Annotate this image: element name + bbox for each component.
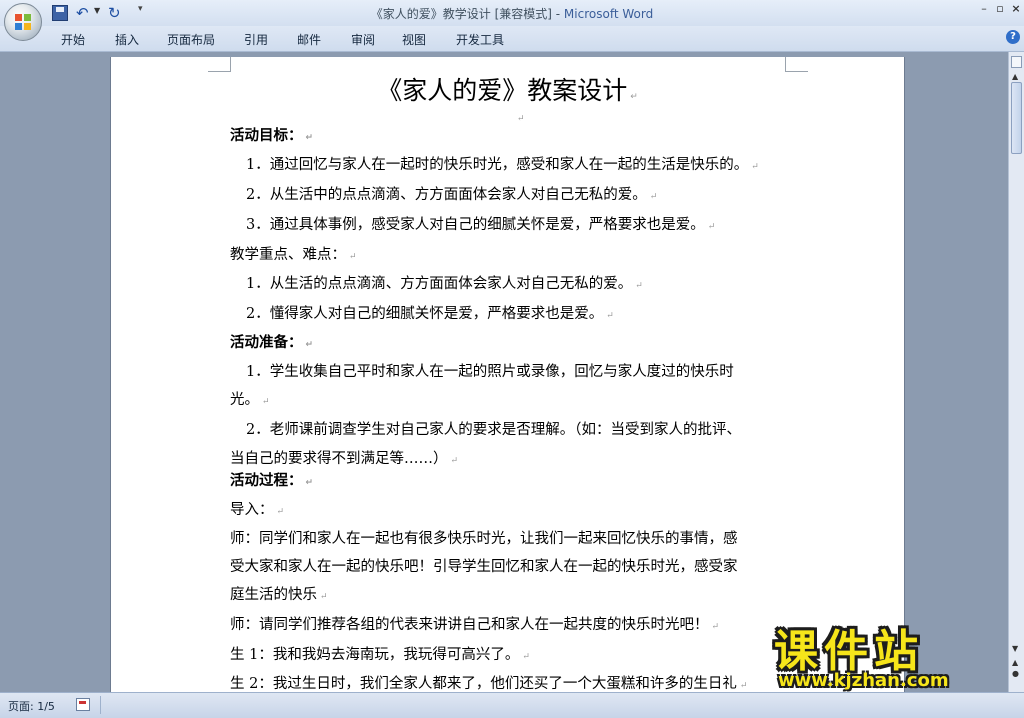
line-text: 1．学生收集自己平时和家人在一起的照片或录像，回忆与家人度过的快乐时: [246, 364, 734, 380]
tab-view[interactable]: 视图: [402, 31, 426, 48]
document-line: 2．老师课前调查学生对自己家人的要求是否理解。（如：当受到家人的批评、: [246, 420, 741, 440]
tab-page-layout[interactable]: 页面布局: [167, 31, 215, 48]
line-text: 1．从生活的点点滴滴、方方面面体会家人对自己无私的爱。: [246, 276, 633, 292]
paragraph-mark: ↵: [649, 192, 658, 202]
line-text: 当自己的要求得不到满足等……）: [230, 451, 448, 467]
line-text: 教学重点、难点：: [230, 247, 346, 263]
paragraph-mark: ↵: [711, 622, 720, 632]
tab-references[interactable]: 引用: [244, 31, 268, 48]
paragraph-mark: ↵: [320, 592, 328, 602]
line-text: 师：请同学们推荐各组的代表来讲讲自己和家人在一起共度的快乐时光吧！: [230, 617, 709, 633]
paragraph-mark: ↵: [707, 222, 716, 232]
watermark-url: www.kjzhan.com: [778, 670, 949, 691]
line-text: 活动准备：: [230, 335, 303, 351]
paragraph-mark: ↵: [635, 281, 643, 291]
line-text: 活动过程：: [230, 473, 303, 489]
document-line: 导入： ↵: [230, 500, 284, 522]
paragraph-mark: ↵: [349, 252, 357, 262]
line-text: 2．从生活中的点点滴滴、方方面面体会家人对自己无私的爱。: [246, 187, 647, 203]
document-line: 2．懂得家人对自己的细腻关怀是爱，严格要求也是爱。 ↵: [246, 304, 614, 326]
line-text: 生 2：我过生日时，我们全家人都来了，他们还买了一个大蛋糕和许多的生日礼: [230, 676, 737, 692]
office-logo-icon: [15, 14, 31, 30]
proofing-icon[interactable]: [76, 698, 90, 711]
window-title: 《家人的爱》教学设计 [兼容模式] - Microsoft Word: [0, 5, 1024, 22]
document-line: 3．通过具体事例，感受家人对自己的细腻关怀是爱，严格要求也是爱。 ↵: [246, 215, 715, 237]
document-line: 1．通过回忆与家人在一起时的快乐时光，感受和家人在一起的生活是快乐的。 ↵: [246, 155, 759, 177]
split-handle-icon[interactable]: [1011, 56, 1022, 68]
tab-review[interactable]: 审阅: [351, 31, 375, 48]
document-line: 活动过程： ↵: [230, 471, 313, 493]
document-area: 《家人的爱》教案设计 ↵ ↵ 活动目标： ↵ 1．通过回忆与家人在一起时的快乐时光，感…: [0, 52, 1008, 692]
empty-paragraph: ↵: [517, 114, 525, 124]
document-line: 受大家和家人在一起的快乐吧！引导学生回忆和家人在一起的快乐时光，感受家: [230, 557, 738, 577]
document-title: 《家人的爱》教案设计 ↵: [377, 76, 638, 105]
line-text: 导入：: [230, 502, 274, 518]
line-text: 3．通过具体事例，感受家人对自己的细腻关怀是爱，严格要求也是爱。: [246, 217, 705, 233]
status-bar: 页面: 1/5: [0, 692, 1024, 718]
tab-mailings[interactable]: 邮件: [297, 31, 321, 48]
scroll-down-icon[interactable]: ▼: [1012, 644, 1018, 653]
paragraph-mark: ↵: [751, 162, 759, 172]
vertical-scrollbar[interactable]: ▲ ▼ ▲ ●: [1008, 52, 1024, 692]
line-text: 活动目标：: [230, 128, 303, 144]
previous-page-icon[interactable]: ▲: [1012, 658, 1018, 667]
tab-developer[interactable]: 开发工具: [456, 31, 504, 48]
title-bar: ↶ ▼ ↻ ▾ 《家人的爱》教学设计 [兼容模式] - Microsoft Wo…: [0, 0, 1024, 41]
document-line: 庭生活的快乐 ↵: [230, 585, 328, 607]
paragraph-mark: ↵: [305, 478, 314, 488]
scrollbar-thumb[interactable]: [1011, 82, 1022, 154]
document-line: 1．学生收集自己平时和家人在一起的照片或录像，回忆与家人度过的快乐时: [246, 362, 734, 382]
document-line: 师：同学们和家人在一起也有很多快乐时光，让我们一起来回忆快乐的事情，感: [230, 529, 738, 549]
line-text: 2．懂得家人对自己的细腻关怀是爱，严格要求也是爱。: [246, 306, 604, 322]
line-text: 师：同学们和家人在一起也有很多快乐时光，让我们一起来回忆快乐的事情，感: [230, 531, 738, 547]
margin-corner-mark: [785, 57, 808, 72]
line-text: 1．通过回忆与家人在一起时的快乐时光，感受和家人在一起的生活是快乐的。: [246, 157, 749, 173]
app-name: Microsoft Word: [563, 7, 654, 21]
line-text: 庭生活的快乐: [230, 587, 317, 603]
close-icon[interactable]: ×: [1008, 2, 1024, 15]
paragraph-mark: ↵: [739, 681, 748, 691]
document-name: 《家人的爱》教学设计 [兼容模式] -: [370, 7, 564, 21]
browse-object-icon[interactable]: ●: [1012, 669, 1019, 678]
document-line: 教学重点、难点： ↵: [230, 245, 357, 267]
margin-corner-mark: [208, 57, 231, 72]
minimize-icon[interactable]: –: [976, 2, 992, 15]
document-line: 2．从生活中的点点滴滴、方方面面体会家人对自己无私的爱。 ↵: [246, 185, 657, 207]
paragraph-mark: ↵: [276, 507, 285, 517]
document-line: 生 2：我过生日时，我们全家人都来了，他们还买了一个大蛋糕和许多的生日礼 ↵: [230, 674, 747, 692]
line-text: 2．老师课前调查学生对自己家人的要求是否理解。（如：当受到家人的批评、: [246, 422, 741, 438]
office-button[interactable]: [4, 3, 42, 41]
line-text: 生 1：我和我妈去海南玩，我玩得可高兴了。: [230, 647, 520, 663]
paragraph-mark: ↵: [450, 456, 459, 466]
line-text: 受大家和家人在一起的快乐吧！引导学生回忆和家人在一起的快乐时光，感受家: [230, 559, 738, 575]
document-line: 师：请同学们推荐各组的代表来讲讲自己和家人在一起共度的快乐时光吧！ ↵: [230, 615, 719, 637]
help-icon[interactable]: ?: [1006, 30, 1020, 44]
document-line: 当自己的要求得不到满足等……） ↵: [230, 449, 458, 471]
paragraph-mark: ↵: [262, 397, 270, 407]
status-divider: [100, 696, 101, 714]
paragraph-mark: ↵: [522, 652, 530, 662]
tab-insert[interactable]: 插入: [115, 31, 139, 48]
line-text: 光。: [230, 392, 259, 408]
maximize-icon[interactable]: ▫: [992, 2, 1008, 15]
ribbon-tab-bar: 开始 插入 页面布局 引用 邮件 审阅 视图 开发工具 ?: [0, 26, 1024, 52]
scroll-up-icon[interactable]: ▲: [1012, 72, 1018, 81]
paragraph-mark: ↵: [606, 311, 614, 321]
document-line: 活动目标： ↵: [230, 126, 313, 148]
document-line: 光。 ↵: [230, 390, 270, 412]
page-count[interactable]: 页面: 1/5: [8, 698, 55, 714]
paragraph-mark: ↵: [305, 340, 314, 350]
document-line: 1．从生活的点点滴滴、方方面面体会家人对自己无私的爱。 ↵: [246, 274, 643, 296]
tab-home[interactable]: 开始: [61, 31, 85, 48]
document-line: 活动准备： ↵: [230, 333, 313, 355]
document-page[interactable]: 《家人的爱》教案设计 ↵ ↵ 活动目标： ↵ 1．通过回忆与家人在一起时的快乐时光，感…: [110, 57, 905, 692]
document-line: 生 1：我和我妈去海南玩，我玩得可高兴了。 ↵: [230, 645, 530, 667]
watermark-logo: 课件站 www.kjzhan.com: [772, 615, 1008, 692]
paragraph-mark: ↵: [305, 133, 314, 143]
